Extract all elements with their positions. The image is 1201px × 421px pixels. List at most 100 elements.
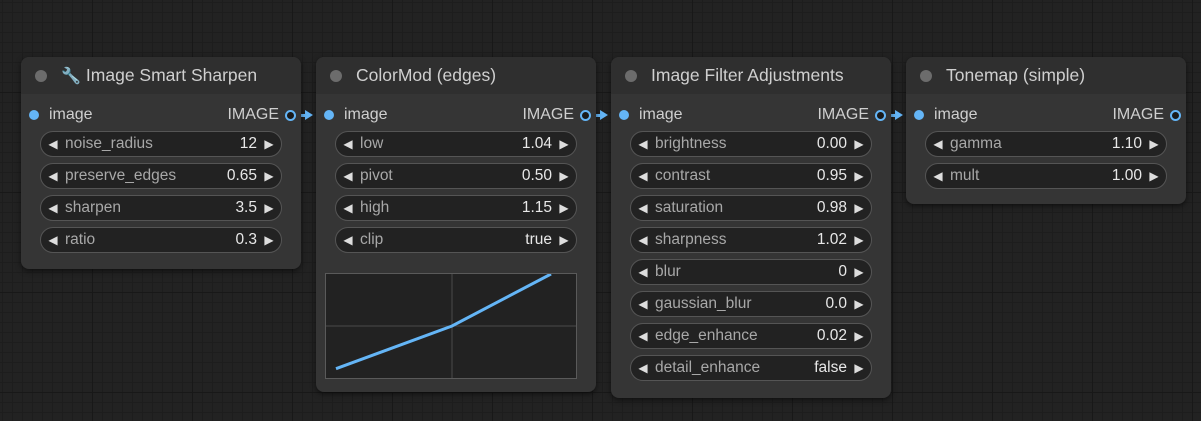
widget-value[interactable]: 0.00 — [817, 135, 847, 153]
widget-value[interactable]: true — [525, 231, 552, 249]
left-arrow-icon[interactable]: ◀ — [336, 137, 360, 151]
widget-noise-radius[interactable]: ◀ noise_radius 12 ▶ — [40, 131, 282, 157]
right-arrow-icon[interactable]: ▶ — [847, 297, 871, 311]
input-label: image — [934, 106, 978, 123]
node-colormod-edges[interactable]: ColorMod (edges) image IMAGE ◀ low 1.04 ▶ ◀ p… — [316, 57, 596, 392]
right-arrow-icon[interactable]: ▶ — [257, 137, 281, 151]
widget-pivot[interactable]: ◀ pivot 0.50 ▶ — [335, 163, 577, 189]
widget-value[interactable]: 0.65 — [227, 167, 257, 185]
node-tonemap-simple[interactable]: Tonemap (simple) image IMAGE ◀ gamma 1.10 ▶… — [906, 57, 1186, 204]
widget-gaussian-blur[interactable]: ◀ gaussian_blur 0.0 ▶ — [630, 291, 872, 317]
widget-high[interactable]: ◀ high 1.15 ▶ — [335, 195, 577, 221]
widget-value[interactable]: 0.98 — [817, 199, 847, 217]
output-slot[interactable] — [580, 109, 591, 121]
right-arrow-icon[interactable]: ▶ — [257, 201, 281, 215]
right-arrow-icon[interactable]: ▶ — [552, 233, 576, 247]
widget-value[interactable]: 0.02 — [817, 327, 847, 345]
right-arrow-icon[interactable]: ▶ — [847, 329, 871, 343]
widget-edge-enhance[interactable]: ◀ edge_enhance 0.02 ▶ — [630, 323, 872, 349]
left-arrow-icon[interactable]: ◀ — [631, 329, 655, 343]
widget-detail-enhance[interactable]: ◀ detail_enhance false ▶ — [630, 355, 872, 381]
left-arrow-icon[interactable]: ◀ — [631, 265, 655, 279]
right-arrow-icon[interactable]: ▶ — [1142, 169, 1166, 183]
widget-brightness[interactable]: ◀ brightness 0.00 ▶ — [630, 131, 872, 157]
output-label: IMAGE — [227, 106, 279, 123]
link-arrow-icon — [600, 110, 608, 120]
widget-low[interactable]: ◀ low 1.04 ▶ — [335, 131, 577, 157]
widget-saturation[interactable]: ◀ saturation 0.98 ▶ — [630, 195, 872, 221]
node-header[interactable]: 🔧 Image Smart Sharpen — [21, 57, 301, 94]
left-arrow-icon[interactable]: ◀ — [631, 201, 655, 215]
widget-value[interactable]: 1.00 — [1112, 167, 1142, 185]
widget-value[interactable]: 1.02 — [817, 231, 847, 249]
collapse-toggle[interactable] — [625, 69, 637, 82]
collapse-toggle[interactable] — [920, 69, 932, 82]
input-slot[interactable] — [914, 110, 924, 120]
right-arrow-icon[interactable]: ▶ — [552, 137, 576, 151]
right-arrow-icon[interactable]: ▶ — [847, 137, 871, 151]
widget-blur[interactable]: ◀ blur 0 ▶ — [630, 259, 872, 285]
collapse-toggle[interactable] — [35, 69, 47, 82]
right-arrow-icon[interactable]: ▶ — [257, 169, 281, 183]
input-slot[interactable] — [619, 110, 629, 120]
widget-clip[interactable]: ◀ clip true ▶ — [335, 227, 577, 253]
widget-preserve-edges[interactable]: ◀ preserve_edges 0.65 ▶ — [40, 163, 282, 189]
widget-value[interactable]: 0.50 — [522, 167, 552, 185]
left-arrow-icon[interactable]: ◀ — [41, 233, 65, 247]
widget-label: edge_enhance — [655, 327, 758, 344]
right-arrow-icon[interactable]: ▶ — [552, 169, 576, 183]
left-arrow-icon[interactable]: ◀ — [336, 201, 360, 215]
widget-value[interactable]: 0 — [838, 263, 847, 281]
widget-gamma[interactable]: ◀ gamma 1.10 ▶ — [925, 131, 1167, 157]
output-slot[interactable] — [285, 109, 296, 121]
right-arrow-icon[interactable]: ▶ — [847, 361, 871, 375]
left-arrow-icon[interactable]: ◀ — [631, 233, 655, 247]
widget-value[interactable]: 0.95 — [817, 167, 847, 185]
widget-sharpen[interactable]: ◀ sharpen 3.5 ▶ — [40, 195, 282, 221]
right-arrow-icon[interactable]: ▶ — [1142, 137, 1166, 151]
widget-value[interactable]: 1.04 — [522, 135, 552, 153]
output-slot[interactable] — [1170, 109, 1181, 121]
left-arrow-icon[interactable]: ◀ — [631, 169, 655, 183]
widget-value[interactable]: 0.3 — [235, 231, 257, 249]
node-title: Tonemap (simple) — [946, 65, 1086, 85]
left-arrow-icon[interactable]: ◀ — [41, 169, 65, 183]
right-arrow-icon[interactable]: ▶ — [847, 265, 871, 279]
widget-value[interactable]: 3.5 — [235, 199, 257, 217]
input-slot[interactable] — [29, 110, 39, 120]
node-image-filter-adjustments[interactable]: Image Filter Adjustments image IMAGE ◀ br… — [611, 57, 891, 398]
left-arrow-icon[interactable]: ◀ — [631, 361, 655, 375]
widget-mult[interactable]: ◀ mult 1.00 ▶ — [925, 163, 1167, 189]
right-arrow-icon[interactable]: ▶ — [257, 233, 281, 247]
widget-label: saturation — [655, 199, 724, 216]
left-arrow-icon[interactable]: ◀ — [926, 137, 950, 151]
left-arrow-icon[interactable]: ◀ — [336, 233, 360, 247]
curve-line — [335, 272, 552, 371]
left-arrow-icon[interactable]: ◀ — [631, 297, 655, 311]
left-arrow-icon[interactable]: ◀ — [926, 169, 950, 183]
output-slot[interactable] — [875, 109, 886, 121]
collapse-toggle[interactable] — [330, 69, 342, 82]
node-header[interactable]: Tonemap (simple) — [906, 57, 1186, 94]
widget-value[interactable]: 1.15 — [522, 199, 552, 217]
left-arrow-icon[interactable]: ◀ — [41, 137, 65, 151]
left-arrow-icon[interactable]: ◀ — [336, 169, 360, 183]
slot-row: image IMAGE — [611, 104, 891, 126]
left-arrow-icon[interactable]: ◀ — [41, 201, 65, 215]
right-arrow-icon[interactable]: ▶ — [847, 201, 871, 215]
input-slot[interactable] — [324, 110, 334, 120]
node-image-smart-sharpen[interactable]: 🔧 Image Smart Sharpen image IMAGE ◀ noise… — [21, 57, 301, 269]
widget-value[interactable]: false — [814, 359, 847, 377]
widget-contrast[interactable]: ◀ contrast 0.95 ▶ — [630, 163, 872, 189]
widget-sharpness[interactable]: ◀ sharpness 1.02 ▶ — [630, 227, 872, 253]
right-arrow-icon[interactable]: ▶ — [847, 233, 871, 247]
left-arrow-icon[interactable]: ◀ — [631, 137, 655, 151]
right-arrow-icon[interactable]: ▶ — [847, 169, 871, 183]
right-arrow-icon[interactable]: ▶ — [552, 201, 576, 215]
node-header[interactable]: ColorMod (edges) — [316, 57, 596, 94]
widget-value[interactable]: 1.10 — [1112, 135, 1142, 153]
widget-value[interactable]: 12 — [240, 135, 257, 153]
widget-value[interactable]: 0.0 — [825, 295, 847, 313]
widget-ratio[interactable]: ◀ ratio 0.3 ▶ — [40, 227, 282, 253]
node-header[interactable]: Image Filter Adjustments — [611, 57, 891, 94]
